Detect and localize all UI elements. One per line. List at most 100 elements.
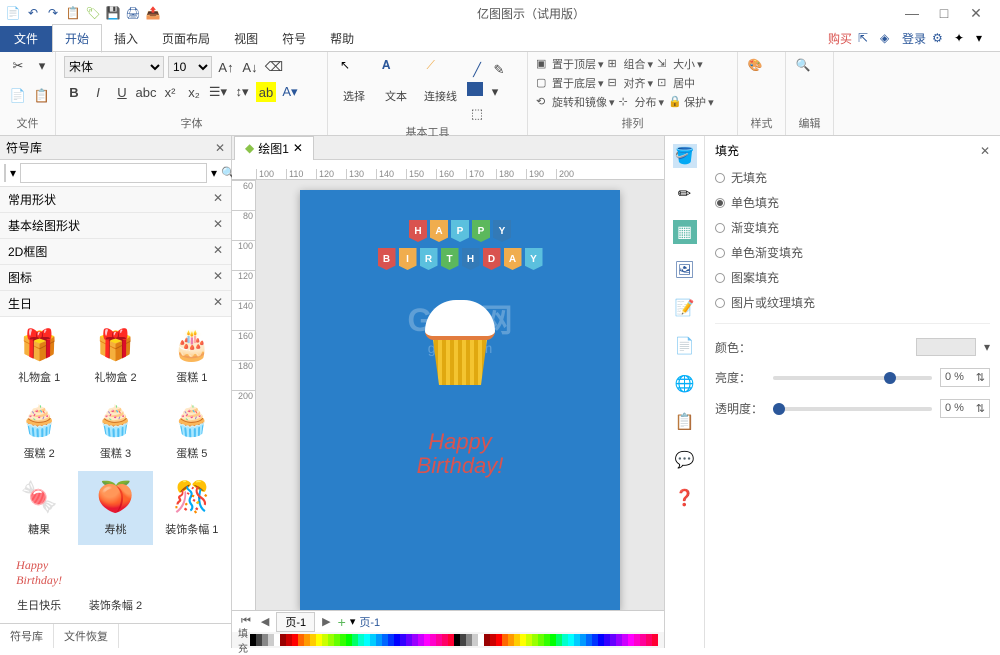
new-icon[interactable]: 📄 bbox=[4, 4, 22, 22]
brightness-value[interactable]: 0 %⇅ bbox=[940, 368, 990, 387]
maximize-button[interactable]: □ bbox=[932, 3, 956, 23]
shape-menu-icon[interactable]: ▾ bbox=[485, 82, 505, 102]
gear-icon[interactable]: ⚙ bbox=[932, 31, 948, 47]
bullet-icon[interactable]: ☰▾ bbox=[208, 82, 228, 102]
dropdown-icon[interactable]: ▾ bbox=[32, 56, 52, 76]
bring-front-button[interactable]: ▣置于顶层▾ bbox=[536, 56, 604, 72]
page-tab-icon[interactable]: 📄 bbox=[673, 334, 697, 358]
line-tab-icon[interactable]: ✏ bbox=[673, 182, 697, 206]
subscript-icon[interactable]: x₂ bbox=[184, 82, 204, 102]
tab-start[interactable]: 开始 bbox=[52, 24, 102, 53]
share-icon[interactable]: ⇱ bbox=[858, 31, 874, 47]
send-back-button[interactable]: ▢置于底层▾ bbox=[536, 75, 604, 91]
happy-birthday-text[interactable]: Happy Birthday! bbox=[300, 430, 620, 478]
buy-link[interactable]: 购买 bbox=[828, 30, 852, 47]
paste-icon[interactable]: 📋 bbox=[64, 4, 82, 22]
text-tool[interactable]: 𝐀文本 bbox=[378, 56, 414, 106]
pen-icon[interactable]: ✎ bbox=[489, 60, 509, 80]
fill-option-5[interactable]: 图片或纹理填充 bbox=[715, 290, 990, 315]
tab-help[interactable]: 帮助 bbox=[318, 25, 366, 52]
text-tab-icon[interactable]: 📝 bbox=[673, 296, 697, 320]
image-tab-icon[interactable]: 🖼 bbox=[673, 258, 697, 282]
fill-tab-icon[interactable]: 🪣 bbox=[673, 144, 697, 168]
copy-icon[interactable]: 📄 bbox=[8, 86, 28, 106]
connector-tool[interactable]: ⟋连接线 bbox=[420, 56, 461, 106]
category-2[interactable]: 2D框图✕ bbox=[0, 239, 231, 265]
color-preview[interactable] bbox=[916, 338, 976, 356]
clear-format-icon[interactable]: ⌫ bbox=[264, 57, 284, 77]
cupcake-graphic[interactable] bbox=[420, 300, 500, 390]
prev-page-icon[interactable]: ◀ bbox=[258, 615, 272, 628]
group-button[interactable]: ⊞组合▾ bbox=[608, 56, 654, 72]
brightness-slider[interactable] bbox=[773, 376, 932, 380]
canvas-scroll[interactable]: HAPPY BIRTHDAY GX / 网 gxom.com Happy Bir… bbox=[256, 180, 664, 610]
tab-library[interactable]: 符号库 bbox=[0, 624, 54, 648]
cut-icon[interactable]: ✂ bbox=[8, 56, 28, 76]
web-tab-icon[interactable]: 🌐 bbox=[673, 372, 697, 396]
shape-item[interactable]: 🍬糖果 bbox=[2, 471, 76, 545]
highlight-icon[interactable]: ab bbox=[256, 82, 276, 102]
find-button[interactable]: 🔍 bbox=[794, 56, 825, 88]
align-button[interactable]: ⊟对齐▾ bbox=[608, 75, 654, 91]
fill-option-2[interactable]: 渐变填充 bbox=[715, 215, 990, 240]
close-panel-icon[interactable]: ✕ bbox=[980, 144, 990, 158]
select-tool[interactable]: ↖选择 bbox=[336, 56, 372, 106]
shadow-tab-icon[interactable]: ▦ bbox=[673, 220, 697, 244]
close-button[interactable]: ✕ bbox=[964, 3, 988, 23]
shape-item[interactable]: 装饰条幅 2 bbox=[78, 547, 152, 621]
tab-layout[interactable]: 页面布局 bbox=[150, 25, 222, 52]
export-icon[interactable]: 📤 bbox=[144, 4, 162, 22]
close-tab-icon[interactable]: ✕ bbox=[293, 141, 303, 155]
tab-symbol[interactable]: 符号 bbox=[270, 25, 318, 52]
login-link[interactable]: 登录 bbox=[902, 30, 926, 47]
category-4[interactable]: 生日✕ bbox=[0, 291, 231, 317]
shape-item[interactable]: 🍑寿桃 bbox=[78, 471, 152, 545]
help-tab-icon[interactable]: ❓ bbox=[673, 486, 697, 510]
page-tab[interactable]: 页-1 bbox=[276, 612, 315, 632]
center-button[interactable]: ⊡居中 bbox=[657, 75, 695, 91]
save-icon[interactable]: 💾 bbox=[104, 4, 122, 22]
chevron-down-icon[interactable]: ▾ bbox=[976, 31, 992, 47]
library-icon[interactable] bbox=[4, 164, 6, 182]
shape-item[interactable]: HappyBirthday!生日快乐 bbox=[2, 547, 76, 621]
page-canvas[interactable]: HAPPY BIRTHDAY GX / 网 gxom.com Happy Bir… bbox=[300, 190, 620, 610]
opacity-value[interactable]: 0 %⇅ bbox=[940, 399, 990, 418]
fill-option-4[interactable]: 图案填充 bbox=[715, 265, 990, 290]
category-1[interactable]: 基本绘图形状✕ bbox=[0, 213, 231, 239]
shape-item[interactable]: 🎂蛋糕 1 bbox=[155, 319, 229, 393]
redo-icon[interactable]: ↷ bbox=[44, 4, 62, 22]
line-icon[interactable]: ╱ bbox=[467, 60, 487, 80]
shape-item[interactable]: 🎁礼物盒 2 bbox=[78, 319, 152, 393]
underline-icon[interactable]: U bbox=[112, 82, 132, 102]
tab-view[interactable]: 视图 bbox=[222, 25, 270, 52]
paste-icon[interactable]: 📋 bbox=[32, 86, 52, 106]
search-input[interactable] bbox=[20, 163, 207, 183]
category-3[interactable]: 图标✕ bbox=[0, 265, 231, 291]
rect-icon[interactable] bbox=[467, 82, 483, 96]
fill-option-0[interactable]: 无填充 bbox=[715, 165, 990, 190]
font-select[interactable]: 宋体 bbox=[64, 56, 164, 78]
close-icon[interactable]: ✕ bbox=[215, 141, 225, 155]
tab-recovery[interactable]: 文件恢复 bbox=[54, 624, 119, 648]
minimize-button[interactable]: — bbox=[900, 3, 924, 23]
undo-icon[interactable]: ↶ bbox=[24, 4, 42, 22]
tag-icon[interactable]: 🏷 bbox=[84, 4, 102, 22]
increase-font-icon[interactable]: A↑ bbox=[216, 57, 236, 77]
bold-icon[interactable]: B bbox=[64, 82, 84, 102]
doc-tab[interactable]: ◆ 绘图1 ✕ bbox=[234, 136, 314, 160]
shape-item[interactable]: 🧁蛋糕 2 bbox=[2, 395, 76, 469]
next-page-icon[interactable]: ▶ bbox=[319, 615, 333, 628]
fill-option-3[interactable]: 单色渐变填充 bbox=[715, 240, 990, 265]
file-menu[interactable]: 文件 bbox=[0, 26, 52, 52]
shape-item[interactable]: 🧁蛋糕 3 bbox=[78, 395, 152, 469]
color-swatches[interactable] bbox=[250, 634, 658, 646]
size-select[interactable]: 10 bbox=[168, 56, 212, 78]
crop-icon[interactable]: ⬚ bbox=[467, 104, 487, 124]
size-button[interactable]: ⇲大小▾ bbox=[657, 56, 703, 72]
cloud-icon[interactable]: ◈ bbox=[880, 31, 896, 47]
shape-item[interactable]: 🎁礼物盒 1 bbox=[2, 319, 76, 393]
doc-tab-icon[interactable]: 📋 bbox=[673, 410, 697, 434]
print-icon[interactable]: 🖨 bbox=[124, 4, 142, 22]
protect-button[interactable]: 🔒保护▾ bbox=[668, 94, 714, 110]
style-button[interactable]: 🎨 bbox=[746, 56, 777, 88]
